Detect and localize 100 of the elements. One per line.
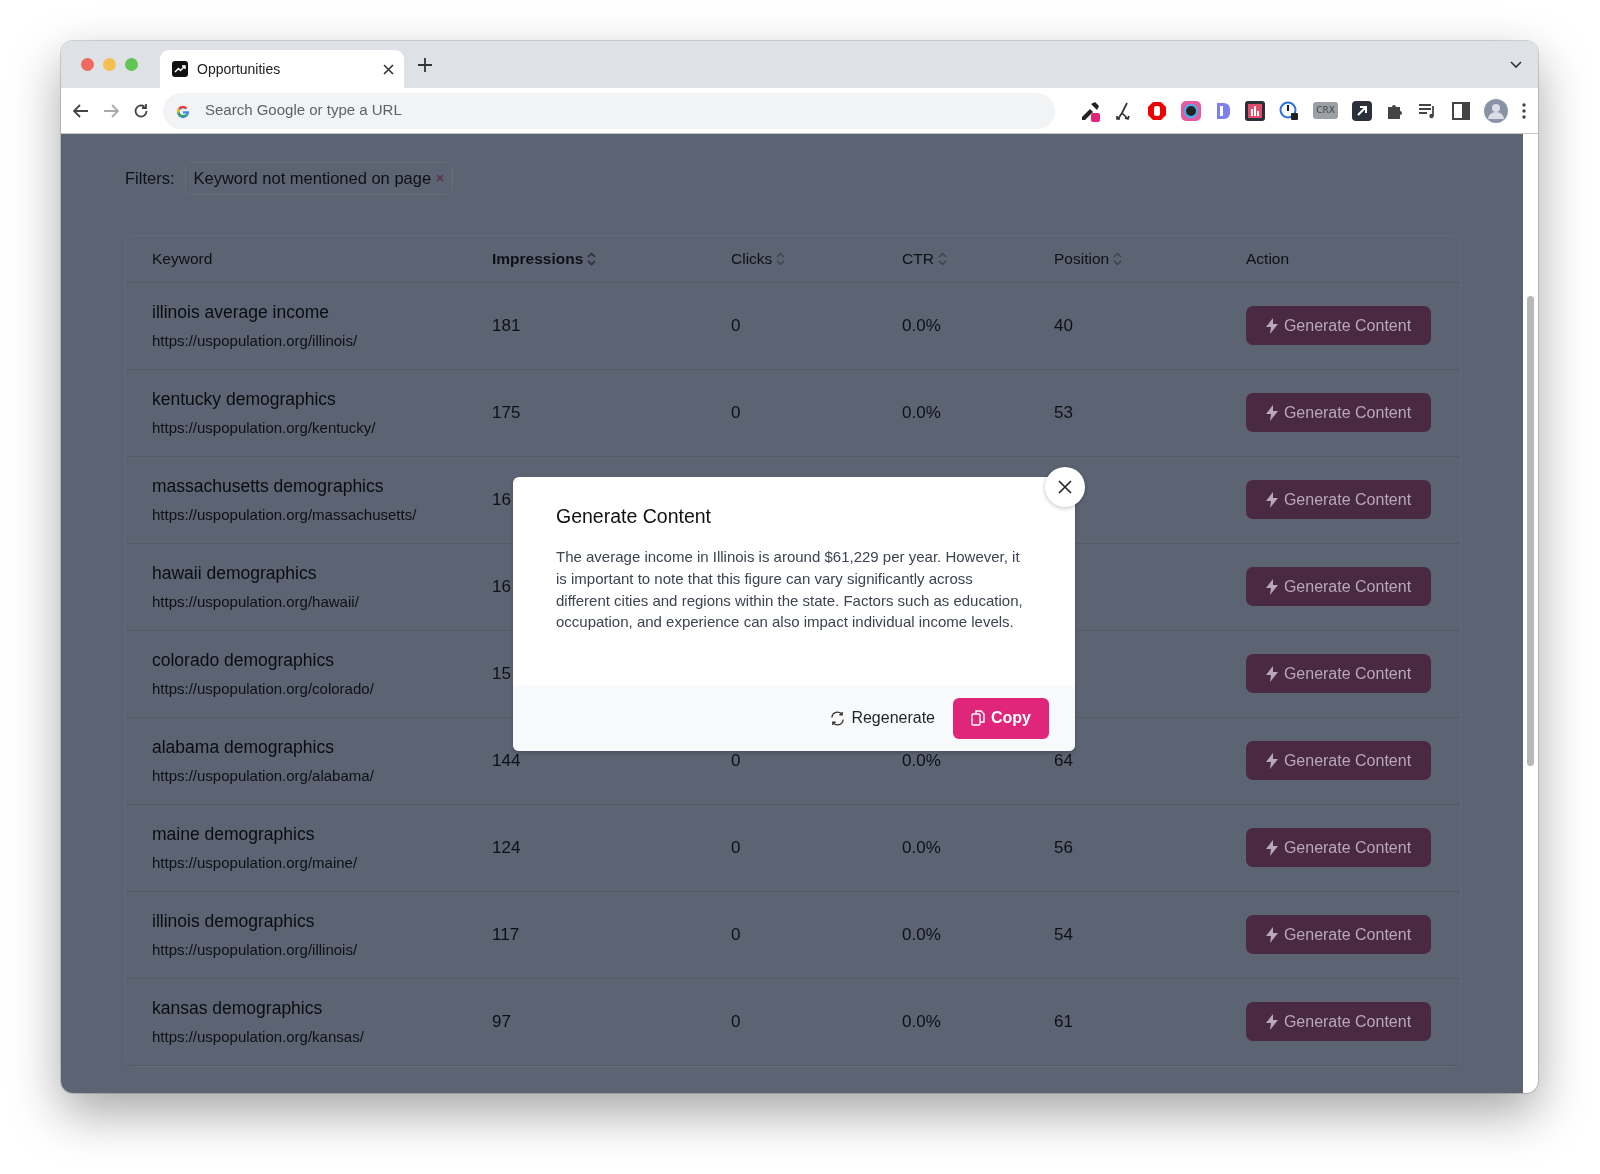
- table-cell: 56: [1054, 838, 1073, 857]
- lightning-icon: [1265, 404, 1278, 421]
- table-cell: 0.0%: [902, 403, 941, 422]
- generate-content-button[interactable]: Generate Content: [1246, 567, 1431, 607]
- lightning-icon: [1265, 491, 1278, 508]
- generate-content-button[interactable]: Generate Content: [1246, 306, 1431, 346]
- keyword-text: illinois average income: [152, 301, 331, 325]
- page-url-link[interactable]: https://uspopulation.org/maine/: [152, 851, 492, 875]
- maximize-window-dot[interactable]: [125, 58, 138, 71]
- table-cell: 16: [492, 577, 511, 596]
- browser-tab[interactable]: Opportunities: [160, 50, 404, 88]
- eyedropper-icon[interactable]: [1079, 99, 1102, 122]
- scrollbar-thumb[interactable]: [1527, 296, 1534, 766]
- close-window-dot[interactable]: [81, 58, 94, 71]
- table-cell: 117: [492, 925, 520, 944]
- copy-button[interactable]: Copy: [953, 697, 1049, 739]
- page-url-link[interactable]: https://uspopulation.org/kentucky/: [152, 416, 492, 440]
- table-cell: 0.0%: [902, 316, 941, 335]
- table-cell: 53: [1054, 403, 1073, 422]
- table-cell: 0: [731, 316, 741, 335]
- page-url-link[interactable]: https://uspopulation.org/illinois/: [152, 329, 492, 353]
- table-cell: 0.0%: [902, 751, 941, 770]
- lightning-icon: [1265, 317, 1278, 334]
- generate-content-button[interactable]: Generate Content: [1246, 741, 1431, 781]
- lightning-icon: [1265, 839, 1278, 856]
- dialog-title: Generate Content: [556, 505, 713, 529]
- generate-content-button[interactable]: Generate Content: [1246, 1002, 1431, 1042]
- column-header: Action: [1246, 249, 1290, 270]
- keyword-text: maine demographics: [152, 823, 316, 847]
- sortable-column-header[interactable]: CTR: [902, 247, 1054, 271]
- keyword-text: hawaii demographics: [152, 562, 318, 586]
- regenerate-button[interactable]: Regenerate: [824, 705, 941, 731]
- page-url-link[interactable]: https://uspopulation.org/colorado/: [152, 677, 492, 701]
- table-cell: 54: [1054, 925, 1073, 944]
- table-cell: 16: [492, 490, 511, 509]
- generated-text: The average income in Illinois is around $61,229 per year. However, it is important to note that this figure can vary significantly across different cities and regions within the state. Factors such as education, occupation, and experience can also impact individual income levels.: [556, 547, 1024, 633]
- keyword-text: colorado demographics: [152, 649, 335, 673]
- table-cell: 40: [1054, 316, 1073, 335]
- column-header: Keyword: [152, 249, 213, 270]
- generate-content-button[interactable]: Generate Content: [1246, 915, 1431, 955]
- table-cell: 61: [1054, 1012, 1073, 1031]
- table-cell: 0: [731, 925, 741, 944]
- crx-extension-badge[interactable]: CRX: [1313, 101, 1338, 120]
- generate-content-button[interactable]: Generate Content: [1246, 480, 1431, 520]
- table-cell: 0: [731, 1012, 741, 1031]
- kebab-menu-icon[interactable]: [1522, 102, 1526, 119]
- avatar-icon[interactable]: [1484, 98, 1508, 123]
- copy-icon: [971, 710, 985, 726]
- table-cell: 181: [492, 316, 521, 335]
- lightning-icon: [1265, 665, 1278, 682]
- generate-content-button[interactable]: Generate Content: [1246, 828, 1431, 868]
- table-cell: 124: [492, 838, 521, 857]
- sortable-column-header[interactable]: Clicks: [731, 247, 902, 271]
- table-cell: 0.0%: [902, 1012, 941, 1031]
- close-icon[interactable]: [383, 63, 394, 75]
- table-cell: 64: [1054, 751, 1073, 770]
- keyword-text: kansas demographics: [152, 997, 324, 1021]
- filters-label: Filters:: [125, 168, 175, 189]
- table-cell: 0: [731, 838, 741, 857]
- new-tab-icon[interactable]: [418, 57, 432, 72]
- back-arrow-icon[interactable]: [73, 103, 89, 118]
- minimize-window-dot[interactable]: [103, 58, 116, 71]
- address-bar[interactable]: Search Google or type a URL: [163, 92, 1056, 129]
- side-panel-icon[interactable]: [1452, 101, 1470, 120]
- lightning-icon: [1265, 1013, 1278, 1030]
- keyword-text: massachusetts demographics: [152, 475, 385, 499]
- page-url-link[interactable]: https://uspopulation.org/hawaii/: [152, 590, 492, 614]
- tab-title: Opportunities: [197, 59, 282, 79]
- page-url-link[interactable]: https://uspopulation.org/massachusetts/: [152, 503, 492, 527]
- sortable-column-header[interactable]: Impressions: [492, 247, 731, 271]
- table-cell: 0.0%: [902, 838, 941, 857]
- lightning-icon: [1265, 578, 1278, 595]
- sortable-column-header[interactable]: Position: [1054, 247, 1246, 271]
- table-cell: 144: [492, 751, 521, 770]
- bar-chart-icon[interactable]: [1245, 100, 1266, 121]
- table-cell: 175: [492, 403, 521, 422]
- address-field[interactable]: Search Google or type a URL: [203, 98, 1044, 123]
- keyword-text: kentucky demographics: [152, 388, 337, 412]
- page-url-link[interactable]: https://uspopulation.org/alabama/: [152, 764, 492, 788]
- close-icon: [1058, 480, 1072, 494]
- table-cell: 0: [731, 403, 741, 422]
- keyword-text: illinois demographics: [152, 910, 316, 934]
- generate-content-button[interactable]: Generate Content: [1246, 393, 1431, 433]
- generate-content-button[interactable]: Generate Content: [1246, 654, 1431, 694]
- filter-chip[interactable]: Keyword not mentioned on page: [184, 162, 454, 195]
- table-cell: 0.0%: [902, 925, 941, 944]
- refresh-icon: [830, 710, 846, 726]
- keyword-text: alabama demographics: [152, 736, 335, 760]
- reload-icon[interactable]: [133, 102, 149, 119]
- lightning-icon: [1265, 752, 1278, 769]
- camera-lens-icon[interactable]: [1181, 100, 1202, 121]
- arrow-up-right-icon[interactable]: [1352, 100, 1372, 121]
- chevron-down-icon[interactable]: [1510, 60, 1522, 69]
- table-cell: 0: [731, 751, 741, 770]
- table-cell: 15: [492, 664, 511, 683]
- close-button[interactable]: [1045, 467, 1085, 507]
- page-url-link[interactable]: https://uspopulation.org/illinois/: [152, 938, 492, 962]
- table-cell: 97: [492, 1012, 511, 1031]
- lightning-icon: [1265, 926, 1278, 943]
- page-url-link[interactable]: https://uspopulation.org/kansas/: [152, 1025, 492, 1049]
